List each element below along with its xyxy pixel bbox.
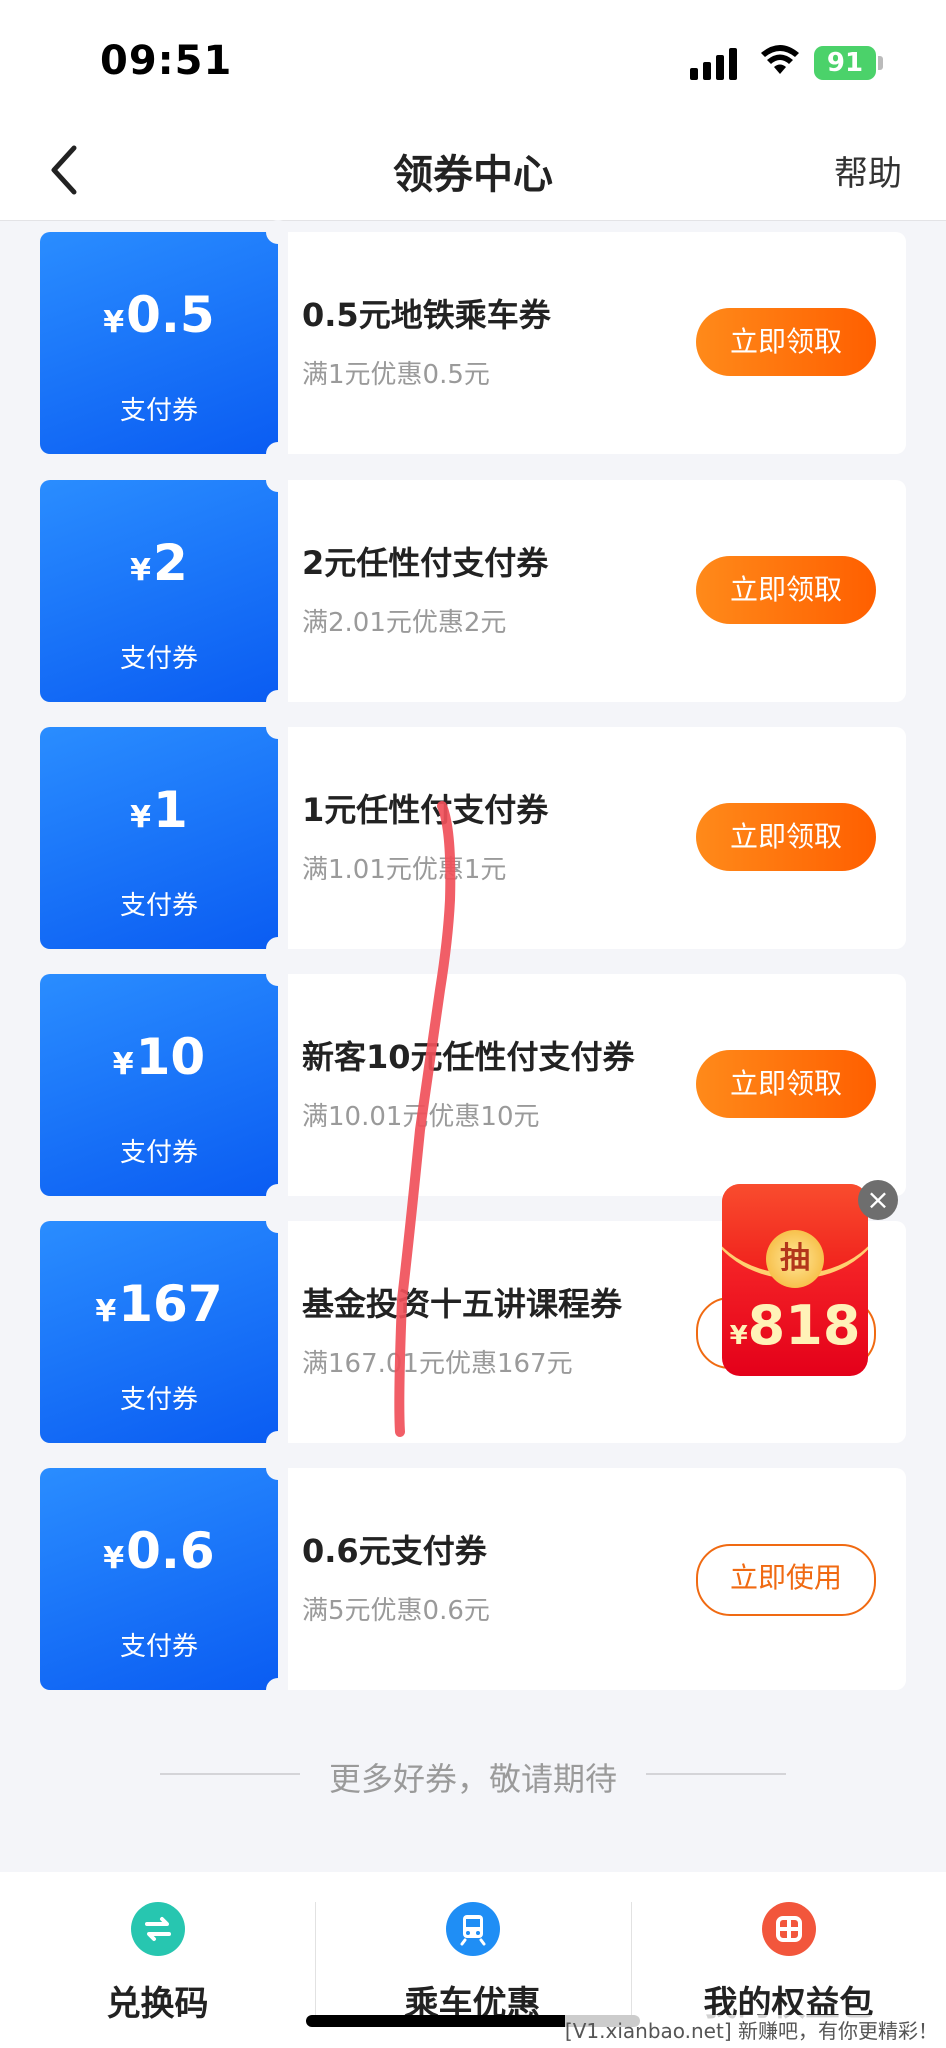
coupon-notch: [266, 1209, 290, 1233]
claim-button[interactable]: 立即领取: [696, 308, 876, 376]
coupon-name: 基金投资十五讲课程券: [302, 1285, 623, 1323]
more-coupons-text: 更多好券，敬请期待: [328, 1760, 617, 1798]
coupon-type: 支付券: [119, 1632, 198, 1662]
gift-icon: [761, 1902, 816, 1956]
coupon-name: 1元任性付支付券: [302, 791, 549, 829]
coupon-stub: ¥0.6 支付券: [40, 1468, 278, 1690]
coupon-notch: [266, 1456, 290, 1480]
train-icon: [445, 1902, 500, 1956]
tab-ride-discount[interactable]: 乘车优惠: [315, 1902, 630, 2025]
coupon-amount: ¥0.5: [103, 286, 215, 344]
coupon-body: 0.5元地铁乘车券 满1元优惠0.5元 立即领取: [288, 232, 906, 454]
coupon-card: ¥2 支付券 2元任性付支付券 满2.01元优惠2元 立即领取: [40, 468, 906, 714]
coupon-notch: [266, 1431, 290, 1455]
coupon-card: ¥0.5 支付券 0.5元地铁乘车券 满1元优惠0.5元 立即领取: [40, 220, 906, 466]
coupon-type: 支付券: [119, 1385, 198, 1415]
coupon-notch: [266, 690, 290, 714]
coupon-notch: [266, 468, 290, 492]
coupon-condition: 满1.01元优惠1元: [302, 855, 507, 885]
coupon-type: 支付券: [119, 891, 198, 921]
nav-bar: 领券中心 帮助: [0, 120, 946, 221]
exchange-icon: [130, 1902, 185, 1956]
close-icon[interactable]: ×: [858, 1180, 898, 1220]
coupon-notch: [266, 1678, 290, 1702]
coupon-stub: ¥0.5 支付券: [40, 232, 278, 454]
help-link[interactable]: 帮助: [834, 146, 902, 195]
divider-line: [646, 1773, 786, 1775]
tab-label: 兑换码: [106, 1984, 209, 2024]
coupon-type: 支付券: [119, 644, 198, 674]
coupon-name: 2元任性付支付券: [302, 544, 549, 582]
signal-icon: [690, 48, 737, 80]
coupon-amount: ¥1: [130, 781, 188, 839]
tab-benefits-pack[interactable]: 我的权益包: [631, 1902, 946, 2025]
page-title: 领券中心: [393, 152, 553, 198]
coupon-notch: [266, 220, 290, 244]
coupon-name: 0.5元地铁乘车券: [302, 296, 551, 334]
coupon-amount: ¥2: [130, 534, 188, 592]
coupon-notch: [266, 442, 290, 466]
wifi-icon: [761, 45, 799, 74]
coupon-amount: ¥167: [95, 1275, 223, 1333]
watermark-text: [V1.xianbao.net] 新赚吧，有你更精彩！: [564, 2015, 938, 2044]
coupon-type: 支付券: [119, 396, 198, 426]
red-packet-card[interactable]: 抽 ¥818: [722, 1184, 868, 1376]
coupon-amount: ¥0.6: [103, 1522, 215, 1580]
coupon-condition: 满167.01元优惠167元: [302, 1349, 573, 1379]
status-bar: 09:51 91: [0, 0, 946, 120]
claim-button[interactable]: 立即领取: [696, 1050, 876, 1118]
coupon-notch: [266, 715, 290, 739]
coupon-stub: ¥2 支付券: [40, 480, 278, 702]
coupon-body: 新客10元任性付支付券 满10.01元优惠10元 立即领取: [288, 974, 906, 1196]
coupon-notch: [266, 937, 290, 961]
coupon-stub: ¥10 支付券: [40, 974, 278, 1196]
coupon-card: ¥1 支付券 1元任性付支付券 满1.01元优惠1元 立即领取: [40, 715, 906, 961]
red-packet-promo[interactable]: 抽 ¥818: [720, 1184, 870, 1376]
coupon-stub: ¥167 支付券: [40, 1221, 278, 1443]
tab-exchange-code[interactable]: 兑换码: [0, 1902, 315, 2025]
coupon-body: 1元任性付支付券 满1.01元优惠1元 立即领取: [288, 727, 906, 949]
coupon-body: 2元任性付支付券 满2.01元优惠2元 立即领取: [288, 480, 906, 702]
coupon-name: 0.6元支付券: [302, 1532, 487, 1570]
status-time: 09:51: [100, 38, 233, 84]
coupon-type: 支付券: [119, 1138, 198, 1168]
battery-level: 91: [814, 46, 876, 80]
coupon-card: ¥10 支付券 新客10元任性付支付券 满10.01元优惠10元 立即领取: [40, 962, 906, 1208]
coupon-condition: 满5元优惠0.6元: [302, 1596, 490, 1626]
coupon-condition: 满10.01元优惠10元: [302, 1102, 540, 1132]
coupon-notch: [266, 962, 290, 986]
coupon-stub: ¥1 支付券: [40, 727, 278, 949]
claim-button[interactable]: 立即领取: [696, 556, 876, 624]
coupon-name: 新客10元任性付支付券: [302, 1038, 635, 1076]
coupon-condition: 满2.01元优惠2元: [302, 608, 507, 638]
more-coupons-hint: 更多好券，敬请期待: [0, 1750, 946, 1800]
red-packet-amount: ¥818: [729, 1294, 861, 1357]
coupon-card: ¥0.6 支付券 0.6元支付券 满5元优惠0.6元 立即使用: [40, 1456, 906, 1702]
battery-tip: [878, 56, 883, 70]
coupon-body: 0.6元支付券 满5元优惠0.6元 立即使用: [288, 1468, 906, 1690]
lottery-coin-icon: 抽: [766, 1230, 824, 1288]
coupon-amount: ¥10: [112, 1028, 206, 1086]
coupon-notch: [266, 1184, 290, 1208]
claim-button[interactable]: 立即领取: [696, 803, 876, 871]
use-button[interactable]: 立即使用: [696, 1544, 876, 1616]
coupon-condition: 满1元优惠0.5元: [302, 360, 490, 390]
